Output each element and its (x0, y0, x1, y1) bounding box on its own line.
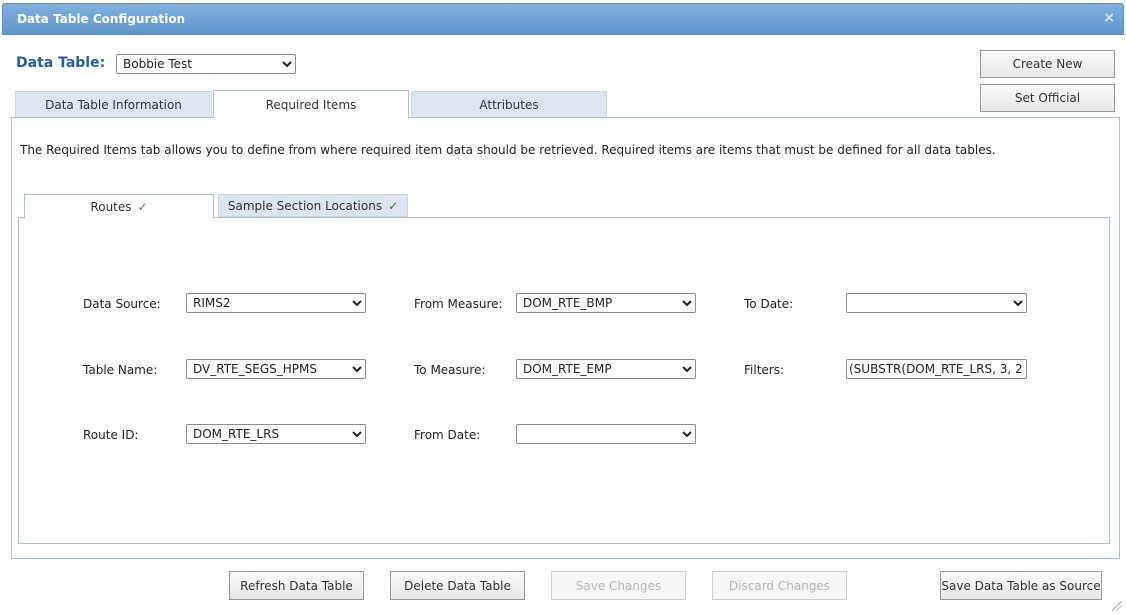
tab-data-table-information[interactable]: Data Table Information (15, 91, 212, 118)
to-date-select[interactable] (846, 293, 1027, 313)
from-measure-select[interactable]: DOM_RTE_BMP (516, 293, 696, 313)
refresh-data-table-button[interactable]: Refresh Data Table (229, 571, 364, 600)
to-date-label: To Date: (744, 297, 794, 311)
data-source-label: Data Source: (83, 297, 161, 311)
subtab-routes[interactable]: Routes ✓ (24, 194, 214, 219)
tab-required-items[interactable]: Required Items (213, 90, 409, 119)
window-titlebar: Data Table Configuration × (2, 3, 1124, 35)
discard-changes-button[interactable]: Discard Changes (712, 571, 847, 600)
to-measure-label: To Measure: (414, 363, 486, 377)
set-official-button[interactable]: Set Official (980, 84, 1115, 112)
subtab-sample-section-locations-label: Sample Section Locations (227, 198, 383, 213)
filters-input[interactable] (846, 359, 1027, 379)
subtab-sample-section-locations[interactable]: Sample Section Locations ✓ (218, 194, 408, 217)
table-name-select[interactable]: DV_RTE_SEGS_HPMS (186, 359, 366, 379)
table-name-label: Table Name: (83, 363, 158, 377)
to-measure-select[interactable]: DOM_RTE_EMP (516, 359, 696, 379)
data-source-select[interactable]: RIMS2 (186, 293, 366, 313)
resize-grip-icon[interactable] (1112, 601, 1122, 611)
data-table-label: Data Table: (16, 55, 106, 71)
close-icon[interactable]: × (1103, 10, 1115, 26)
route-id-label: Route ID: (83, 428, 139, 442)
tab-attributes[interactable]: Attributes (411, 91, 607, 118)
route-id-select[interactable]: DOM_RTE_LRS (186, 424, 366, 444)
data-table-select[interactable]: Bobbie Test (116, 54, 296, 74)
filters-label: Filters: (744, 363, 785, 377)
subtab-routes-label: Routes (90, 199, 132, 214)
from-date-label: From Date: (414, 428, 481, 442)
from-date-select[interactable] (516, 424, 696, 444)
delete-data-table-button[interactable]: Delete Data Table (390, 571, 525, 600)
required-items-description: The Required Items tab allows you to def… (20, 143, 996, 157)
save-changes-button[interactable]: Save Changes (551, 571, 686, 600)
from-measure-label: From Measure: (414, 297, 503, 311)
check-icon: ✓ (137, 199, 148, 214)
routes-panel (18, 217, 1110, 544)
window-title: Data Table Configuration (17, 12, 186, 26)
save-data-table-as-source-button[interactable]: Save Data Table as Source (940, 571, 1102, 600)
check-icon: ✓ (388, 198, 399, 213)
create-new-button[interactable]: Create New (980, 50, 1115, 78)
